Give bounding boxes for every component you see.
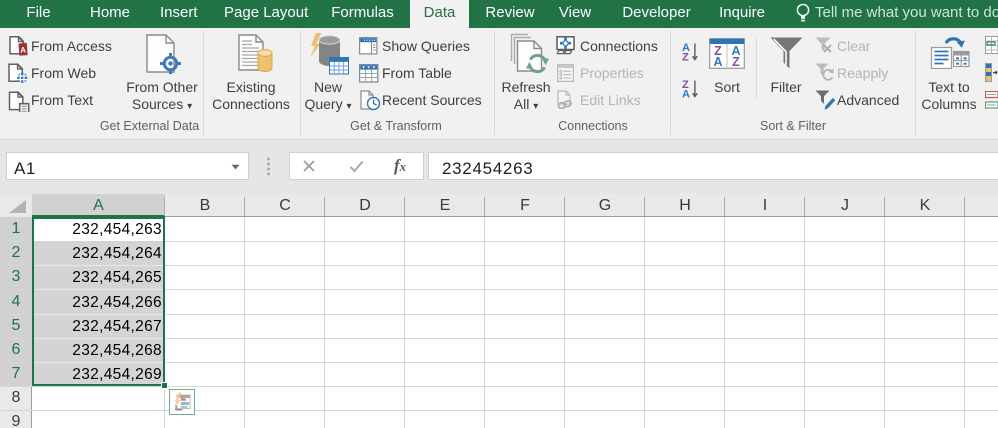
svg-text:Z: Z	[682, 52, 689, 62]
svg-text:Z: Z	[732, 55, 740, 69]
svg-text:A: A	[713, 55, 722, 69]
svg-text:A: A	[20, 45, 27, 54]
